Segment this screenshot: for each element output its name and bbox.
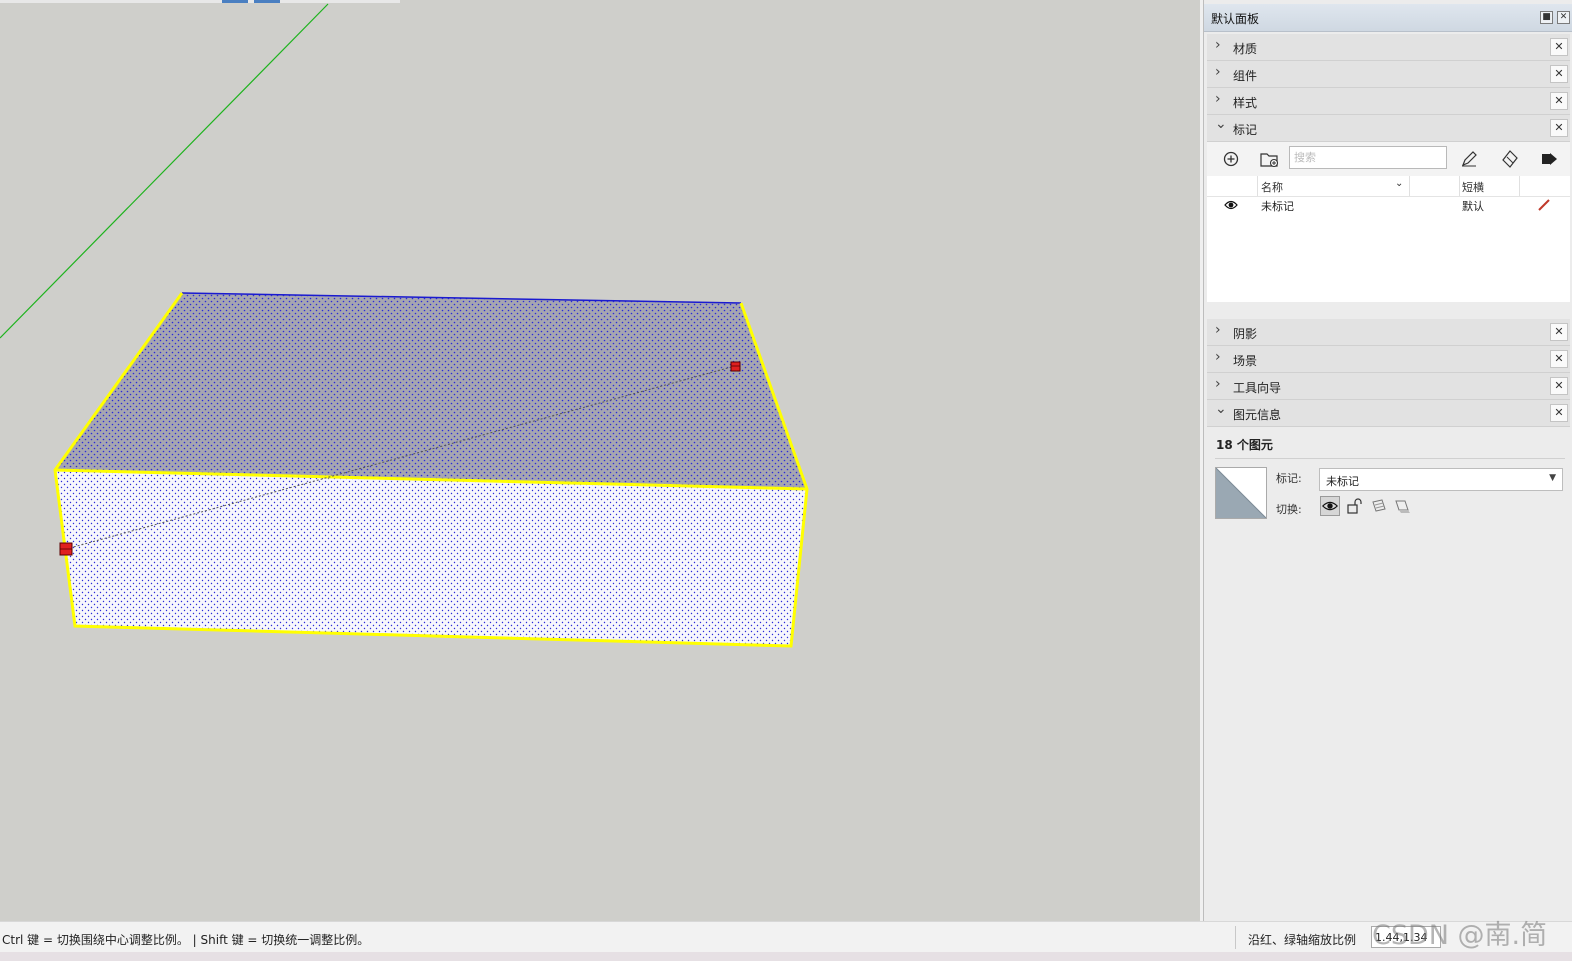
add-tag-icon[interactable] [1220, 148, 1242, 170]
entity-count: 18 个图元 [1216, 438, 1273, 452]
tray-label: 工具向导 [1233, 381, 1282, 395]
tag-dash[interactable]: 默认 [1462, 198, 1484, 214]
chevron-right-icon: › [1215, 376, 1221, 392]
chevron-right-icon: › [1215, 322, 1221, 338]
green-axis-line [0, 3, 329, 339]
status-hint: Ctrl 键 = 切换围绕中心调整比例。 | Shift 键 = 切换统一调整比… [2, 933, 370, 947]
tray-label: 场景 [1233, 354, 1258, 368]
entity-thumbnail [1215, 467, 1267, 519]
column-divider [1519, 176, 1520, 196]
toggle-field-label: 切换: [1276, 503, 1302, 516]
eye-icon[interactable] [1320, 496, 1340, 516]
tray-label: 组件 [1233, 69, 1258, 83]
entity-info-panel: 18 个图元 标记: 未标记 ▼ 切换: [1207, 428, 1570, 918]
tray-label: 图元信息 [1233, 408, 1282, 422]
measurements-input[interactable]: 1.44,1.34 [1371, 926, 1441, 948]
close-icon[interactable]: ✕ [1550, 350, 1568, 368]
measurements-label: 沿红、绿轴缩放比例 [1248, 933, 1357, 947]
tag-tool-icon[interactable] [1499, 148, 1521, 170]
add-folder-icon[interactable] [1258, 148, 1280, 170]
tag-field-label: 标记: [1276, 472, 1302, 485]
tray-scenes[interactable]: › 场景 ✕ [1207, 346, 1570, 373]
tag-color-pencil-icon[interactable] [1537, 198, 1551, 212]
close-icon[interactable]: ✕ [1550, 377, 1568, 395]
tray-shadows[interactable]: › 阴影 ✕ [1207, 319, 1570, 346]
chevron-right-icon: › [1215, 64, 1221, 80]
column-divider [1409, 176, 1410, 196]
close-icon[interactable]: ✕ [1550, 119, 1568, 137]
model-viewport[interactable] [0, 0, 1200, 921]
tray-tags[interactable]: ⌄ 标记 ✕ [1207, 115, 1570, 142]
chevron-down-icon[interactable]: ⌄ [1395, 178, 1403, 189]
status-bar: Ctrl 键 = 切换围绕中心调整比例。 | Shift 键 = 切换统一调整比… [0, 921, 1572, 953]
tray-entity-info[interactable]: ⌄ 图元信息 ✕ [1207, 400, 1570, 427]
close-icon[interactable]: ✕ [1550, 92, 1568, 110]
pencil-icon[interactable] [1458, 148, 1480, 170]
tray-title: 默认面板 [1211, 12, 1260, 26]
column-name[interactable]: 名称 [1261, 179, 1283, 195]
column-dash[interactable]: 短横 [1462, 179, 1484, 195]
cast-shadow-icon[interactable] [1392, 496, 1412, 516]
chevron-down-icon: ▼ [1549, 473, 1556, 483]
tray-components[interactable]: › 组件 ✕ [1207, 61, 1570, 88]
tags-panel: 名称 ⌄ 短横 未标记 默认 [1207, 142, 1570, 302]
scale-grip-start[interactable] [59, 542, 73, 556]
tray-styles[interactable]: › 样式 ✕ [1207, 88, 1570, 115]
chevron-down-icon: ⌄ [1215, 401, 1227, 417]
tags-toolbar [1207, 142, 1570, 176]
tray-label: 样式 [1233, 96, 1258, 110]
pin-icon[interactable]: ■ [1540, 11, 1553, 24]
tray-label: 阴影 [1233, 327, 1258, 341]
close-icon[interactable]: ✕ [1550, 323, 1568, 341]
taskbar-edge [0, 952, 1572, 961]
details-arrow-icon[interactable] [1538, 148, 1560, 170]
close-icon[interactable]: ✕ [1550, 404, 1568, 422]
tag-dropdown[interactable]: 未标记 ▼ [1319, 468, 1563, 491]
scale-grip-end[interactable] [730, 361, 741, 372]
divider [1215, 458, 1565, 459]
divider [1235, 926, 1236, 949]
unlock-icon[interactable] [1345, 496, 1365, 516]
chevron-right-icon: › [1215, 37, 1221, 53]
chevron-right-icon: › [1215, 91, 1221, 107]
tag-dropdown-value: 未标记 [1326, 475, 1359, 488]
close-icon[interactable]: ✕ [1550, 65, 1568, 83]
tray-materials[interactable]: › 材质 ✕ [1207, 34, 1570, 61]
chevron-right-icon: › [1215, 349, 1221, 365]
eye-icon[interactable] [1224, 199, 1238, 211]
chevron-down-icon: ⌄ [1215, 116, 1227, 132]
receive-shadow-icon[interactable] [1369, 496, 1389, 516]
tag-row[interactable]: 未标记 默认 [1207, 196, 1570, 214]
default-tray: 默认面板 ■ ✕ › 材质 ✕ › 组件 ✕ › 样式 ✕ ⌄ 标记 ✕ 搜索 … [1203, 0, 1572, 921]
model-canvas[interactable] [0, 0, 1200, 921]
tray-instructor[interactable]: › 工具向导 ✕ [1207, 373, 1570, 400]
column-divider [1257, 176, 1258, 196]
tray-label: 标记 [1233, 123, 1258, 137]
column-divider [1459, 176, 1460, 196]
close-icon[interactable]: ✕ [1550, 38, 1568, 56]
tray-titlebar: 默认面板 ■ ✕ [1204, 4, 1572, 32]
front-face[interactable] [55, 470, 807, 646]
close-icon[interactable]: ✕ [1557, 11, 1570, 24]
tag-name[interactable]: 未标记 [1261, 198, 1294, 214]
tray-label: 材质 [1233, 42, 1258, 56]
top-face[interactable] [55, 293, 807, 489]
tag-search-input[interactable] [1289, 146, 1447, 169]
